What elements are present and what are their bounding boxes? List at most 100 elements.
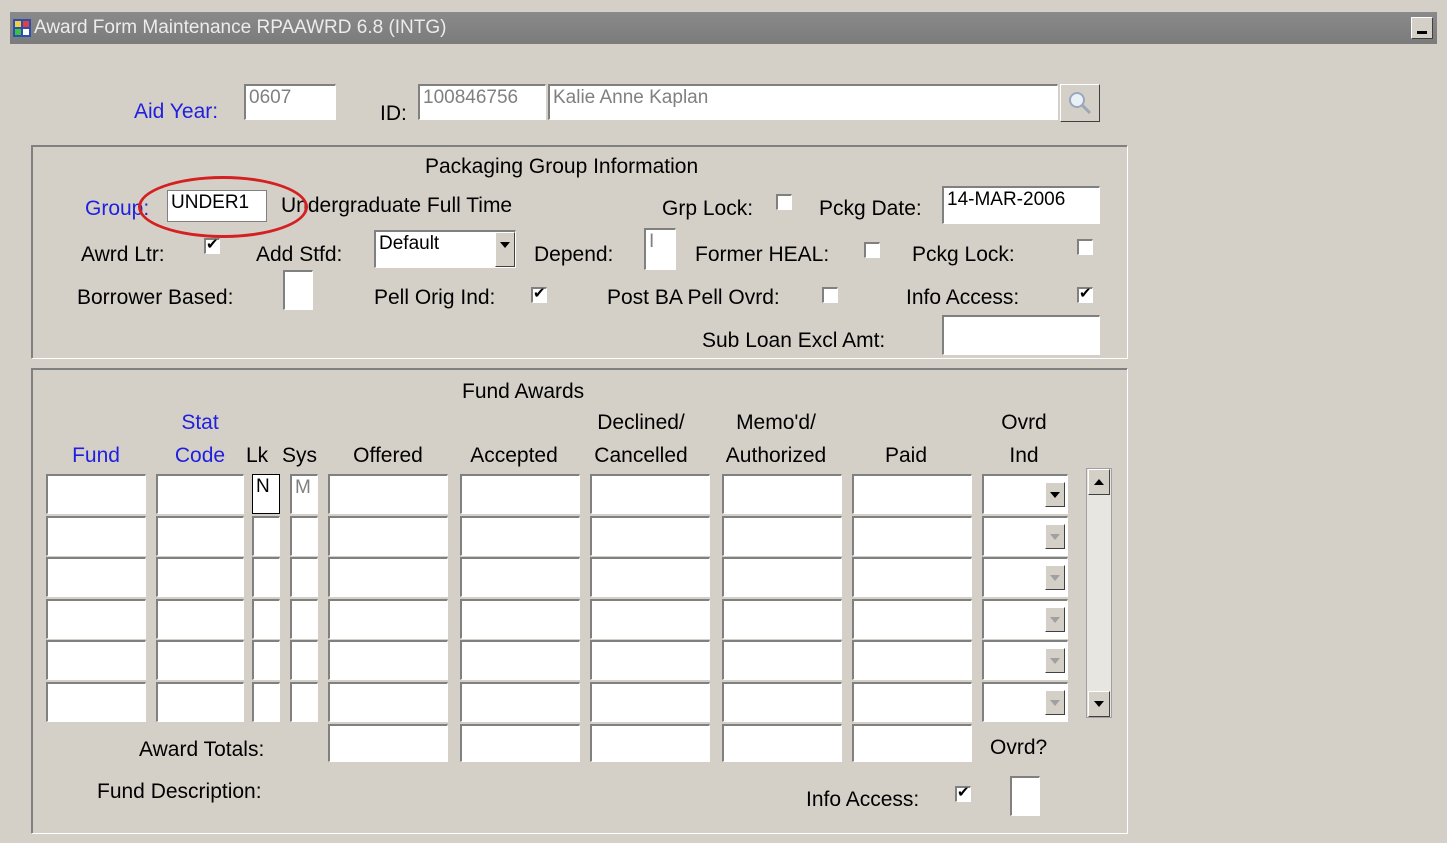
scrollbar[interactable] bbox=[1086, 468, 1112, 718]
search-button[interactable] bbox=[1060, 84, 1100, 122]
cell-lk[interactable] bbox=[252, 598, 280, 639]
cell-ovrd-ind-dropdown[interactable] bbox=[982, 598, 1068, 639]
group-field[interactable]: UNDER1 bbox=[167, 190, 267, 222]
chevron-down-icon[interactable] bbox=[495, 232, 515, 267]
depend-field[interactable]: I bbox=[644, 228, 676, 270]
cell-paid[interactable] bbox=[852, 515, 972, 556]
cell-memo[interactable] bbox=[722, 640, 842, 680]
pell-orig-checkbox[interactable] bbox=[531, 284, 547, 304]
cell-ovrd-ind-dropdown[interactable] bbox=[982, 515, 1068, 556]
chevron-down-icon[interactable] bbox=[1045, 482, 1065, 507]
aid-year-label: Aid Year: bbox=[134, 100, 219, 123]
aid-year-field[interactable]: 0607 bbox=[244, 84, 336, 120]
add-stfd-dropdown[interactable]: Default bbox=[374, 230, 516, 268]
former-heal-label: Former HEAL: bbox=[695, 243, 830, 266]
grp-lock-label: Grp Lock: bbox=[662, 197, 754, 220]
cell-ovrd-ind-dropdown[interactable] bbox=[982, 557, 1068, 597]
cell-fund[interactable] bbox=[46, 515, 146, 556]
former-heal-checkbox[interactable] bbox=[864, 242, 880, 258]
cell-memo[interactable] bbox=[722, 681, 842, 722]
id-field[interactable]: 100846756 bbox=[418, 84, 546, 120]
cell-sys[interactable] bbox=[290, 557, 318, 597]
cell-fund[interactable] bbox=[46, 598, 146, 639]
cell-offered[interactable] bbox=[328, 681, 448, 722]
cell-lk[interactable] bbox=[252, 681, 280, 722]
cell-declined[interactable] bbox=[590, 474, 710, 514]
scroll-up-button[interactable] bbox=[1088, 469, 1110, 495]
cell-memo[interactable] bbox=[722, 474, 842, 514]
add-stfd-value: Default bbox=[379, 233, 440, 254]
awrd-ltr-checkbox[interactable] bbox=[204, 235, 220, 255]
cell-sys[interactable] bbox=[290, 681, 318, 722]
cell-accepted[interactable] bbox=[460, 557, 580, 597]
cell-lk[interactable]: N bbox=[252, 474, 280, 514]
cell-memo[interactable] bbox=[722, 557, 842, 597]
grp-lock-checkbox[interactable] bbox=[776, 194, 792, 210]
window-title: Award Form Maintenance RPAAWRD 6.8 (INTG… bbox=[34, 17, 447, 38]
cell-offered[interactable] bbox=[328, 598, 448, 639]
cell-stat-code[interactable] bbox=[156, 557, 244, 597]
minimize-button[interactable] bbox=[1411, 17, 1433, 39]
cell-stat-code[interactable] bbox=[156, 515, 244, 556]
cell-offered[interactable] bbox=[328, 640, 448, 680]
fund-info-access-checkbox[interactable] bbox=[955, 783, 971, 803]
borrower-based-field[interactable] bbox=[283, 270, 313, 310]
chevron-down-icon[interactable] bbox=[1045, 689, 1065, 715]
cell-paid[interactable] bbox=[852, 640, 972, 680]
pckg-date-field[interactable]: 14-MAR-2006 bbox=[942, 186, 1100, 224]
cell-stat-code[interactable] bbox=[156, 681, 244, 722]
cell-ovrd-ind-dropdown[interactable] bbox=[982, 474, 1068, 514]
cell-accepted[interactable] bbox=[460, 474, 580, 514]
pckg-lock-label: Pckg Lock: bbox=[912, 243, 1015, 266]
cell-offered[interactable] bbox=[328, 557, 448, 597]
cell-lk[interactable] bbox=[252, 515, 280, 556]
chevron-down-icon[interactable] bbox=[1045, 523, 1065, 549]
cell-accepted[interactable] bbox=[460, 640, 580, 680]
chevron-down-icon[interactable] bbox=[1045, 565, 1065, 590]
award-totals-label: Award Totals: bbox=[139, 738, 265, 761]
cell-accepted[interactable] bbox=[460, 681, 580, 722]
cell-declined[interactable] bbox=[590, 681, 710, 722]
cell-sys[interactable] bbox=[290, 515, 318, 556]
cell-sys[interactable] bbox=[290, 598, 318, 639]
scroll-down-button[interactable] bbox=[1088, 691, 1110, 717]
cell-accepted[interactable] bbox=[460, 598, 580, 639]
cell-fund[interactable] bbox=[46, 557, 146, 597]
cell-lk[interactable] bbox=[252, 557, 280, 597]
cell-declined[interactable] bbox=[590, 598, 710, 639]
cell-declined[interactable] bbox=[590, 557, 710, 597]
col-stat-header-1: Stat bbox=[181, 411, 219, 434]
pckg-lock-checkbox[interactable] bbox=[1077, 239, 1093, 255]
cell-ovrd-ind-dropdown[interactable] bbox=[982, 640, 1068, 680]
arrow-up-icon bbox=[1094, 479, 1104, 485]
col-fund-header: Fund bbox=[72, 444, 120, 467]
cell-offered[interactable] bbox=[328, 474, 448, 514]
info-access-checkbox[interactable] bbox=[1077, 284, 1093, 304]
ovrd-field[interactable] bbox=[1010, 776, 1040, 816]
cell-sys[interactable] bbox=[290, 640, 318, 680]
cell-memo[interactable] bbox=[722, 515, 842, 556]
cell-sys[interactable]: M bbox=[290, 474, 318, 514]
cell-paid[interactable] bbox=[852, 681, 972, 722]
cell-paid[interactable] bbox=[852, 474, 972, 514]
sub-loan-field[interactable] bbox=[942, 315, 1100, 355]
col-accepted-header: Accepted bbox=[470, 444, 558, 467]
cell-paid[interactable] bbox=[852, 557, 972, 597]
cell-memo[interactable] bbox=[722, 598, 842, 639]
cell-ovrd-ind-dropdown[interactable] bbox=[982, 681, 1068, 722]
cell-declined[interactable] bbox=[590, 640, 710, 680]
cell-declined[interactable] bbox=[590, 515, 710, 556]
cell-lk[interactable] bbox=[252, 640, 280, 680]
cell-stat-code[interactable] bbox=[156, 640, 244, 680]
cell-stat-code[interactable] bbox=[156, 474, 244, 514]
cell-fund[interactable] bbox=[46, 681, 146, 722]
chevron-down-icon[interactable] bbox=[1045, 606, 1065, 632]
cell-fund[interactable] bbox=[46, 474, 146, 514]
cell-accepted[interactable] bbox=[460, 515, 580, 556]
cell-paid[interactable] bbox=[852, 598, 972, 639]
cell-stat-code[interactable] bbox=[156, 598, 244, 639]
chevron-down-icon[interactable] bbox=[1045, 648, 1065, 673]
cell-fund[interactable] bbox=[46, 640, 146, 680]
cell-offered[interactable] bbox=[328, 515, 448, 556]
post-ba-checkbox[interactable] bbox=[822, 287, 838, 303]
